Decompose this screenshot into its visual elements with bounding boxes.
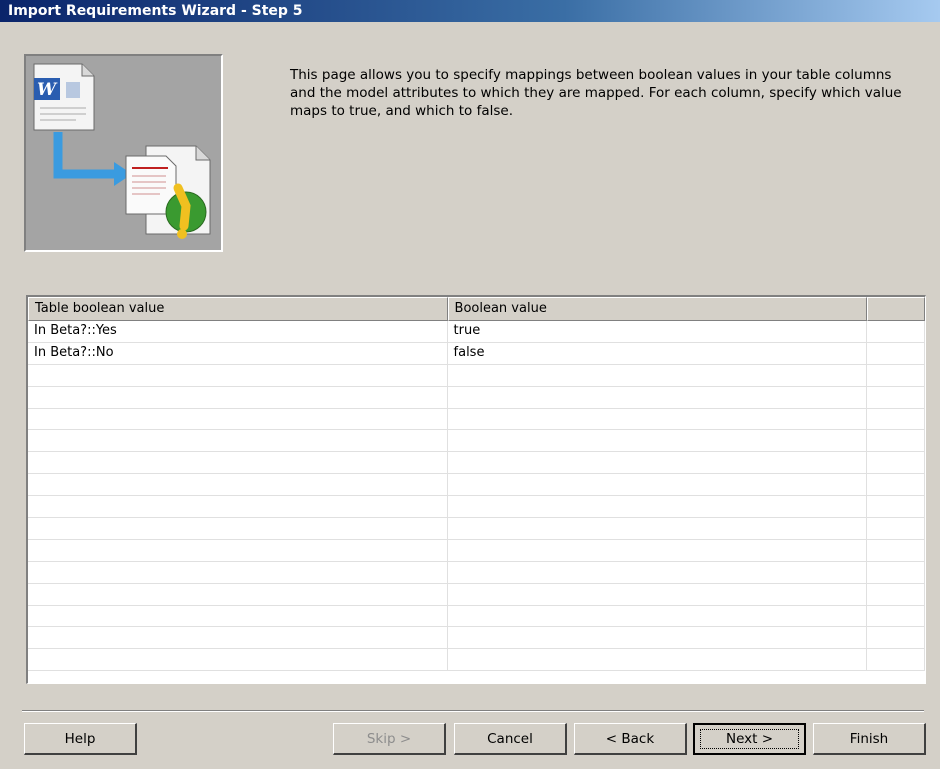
empty-cell[interactable]: [28, 474, 448, 497]
empty-cell[interactable]: [447, 539, 868, 562]
table-body: In Beta?::Yes true In Beta?::No false: [28, 321, 925, 672]
empty-cell[interactable]: [28, 627, 448, 650]
empty-cell[interactable]: [28, 408, 448, 431]
table-boolean-value-cell[interactable]: In Beta?::No: [28, 342, 448, 365]
empty-cell: [867, 386, 925, 409]
empty-cell: [867, 649, 925, 672]
empty-cell: [867, 452, 925, 475]
requirements-document-icon: [125, 145, 211, 239]
empty-cell[interactable]: [447, 583, 868, 606]
empty-table-row[interactable]: [28, 518, 925, 540]
empty-table-row[interactable]: [28, 627, 925, 650]
word-document-icon: W: [33, 63, 95, 131]
empty-cell[interactable]: [28, 561, 448, 584]
empty-cell[interactable]: [447, 430, 868, 453]
empty-cell[interactable]: [28, 518, 448, 540]
button-separator: [22, 710, 924, 712]
empty-cell[interactable]: [447, 474, 868, 497]
empty-table-row[interactable]: [28, 583, 925, 606]
empty-cell[interactable]: [28, 583, 448, 606]
table-row[interactable]: In Beta?::Yes true: [28, 321, 925, 343]
empty-cell[interactable]: [28, 539, 448, 562]
empty-cell: [867, 496, 925, 519]
empty-cell[interactable]: [447, 496, 868, 519]
empty-cell[interactable]: [28, 605, 448, 628]
svg-text:W: W: [37, 80, 58, 100]
empty-table-row[interactable]: [28, 561, 925, 584]
empty-cell[interactable]: [28, 386, 448, 409]
empty-cell[interactable]: [28, 364, 448, 387]
wizard-illustration: W: [24, 54, 223, 252]
empty-cell[interactable]: [447, 561, 868, 584]
empty-cell[interactable]: [28, 496, 448, 519]
step-description: This page allows you to specify mappings…: [290, 67, 902, 119]
column-header-filler: [867, 297, 925, 321]
empty-table-row[interactable]: [28, 474, 925, 497]
table-boolean-value-cell[interactable]: In Beta?::Yes: [28, 321, 448, 343]
table-row[interactable]: In Beta?::No false: [28, 342, 925, 365]
empty-cell[interactable]: [447, 452, 868, 475]
import-illustration: W: [33, 63, 211, 239]
empty-cell[interactable]: [447, 386, 868, 409]
empty-table-row[interactable]: [28, 496, 925, 519]
column-header-table-boolean-value[interactable]: Table boolean value: [28, 297, 448, 321]
empty-table-row[interactable]: [28, 649, 925, 672]
boolean-value-cell[interactable]: false: [447, 342, 868, 365]
empty-cell: [867, 539, 925, 562]
empty-cell[interactable]: [28, 649, 448, 672]
empty-cell: [867, 474, 925, 497]
finish-button[interactable]: Finish: [813, 723, 926, 755]
arrow-icon: [53, 132, 132, 186]
empty-cell: [867, 561, 925, 584]
cancel-button[interactable]: Cancel: [454, 723, 567, 755]
empty-cell: [867, 518, 925, 540]
skip-button[interactable]: Skip >: [333, 723, 446, 755]
window-title-bar[interactable]: Import Requirements Wizard - Step 5: [0, 0, 940, 22]
empty-cell: [867, 605, 925, 628]
window-title: Import Requirements Wizard - Step 5: [8, 3, 303, 19]
empty-cell[interactable]: [28, 452, 448, 475]
help-button[interactable]: Help: [24, 723, 137, 755]
empty-cell[interactable]: [28, 430, 448, 453]
empty-cell[interactable]: [447, 518, 868, 540]
empty-cell[interactable]: [447, 605, 868, 628]
empty-cell: [867, 408, 925, 431]
empty-cell[interactable]: [447, 408, 868, 431]
boolean-mapping-table[interactable]: Table boolean value Boolean value In Bet…: [26, 295, 926, 684]
empty-table-row[interactable]: [28, 408, 925, 431]
filler-cell: [867, 321, 925, 343]
empty-cell: [867, 364, 925, 387]
empty-cell: [867, 627, 925, 650]
filler-cell: [867, 342, 925, 365]
empty-table-row[interactable]: [28, 605, 925, 628]
empty-cell[interactable]: [447, 649, 868, 672]
table-header: Table boolean value Boolean value: [28, 297, 925, 321]
empty-table-row[interactable]: [28, 430, 925, 453]
column-header-boolean-value[interactable]: Boolean value: [447, 297, 868, 321]
empty-table-row[interactable]: [28, 364, 925, 387]
back-button[interactable]: < Back: [574, 723, 687, 755]
boolean-value-cell[interactable]: true: [447, 321, 868, 343]
empty-table-row[interactable]: [28, 452, 925, 475]
empty-cell: [867, 583, 925, 606]
empty-cell[interactable]: [447, 627, 868, 650]
empty-cell[interactable]: [447, 364, 868, 387]
empty-table-row[interactable]: [28, 386, 925, 409]
empty-table-row[interactable]: [28, 539, 925, 562]
empty-cell: [867, 430, 925, 453]
next-button[interactable]: Next >: [693, 723, 806, 755]
